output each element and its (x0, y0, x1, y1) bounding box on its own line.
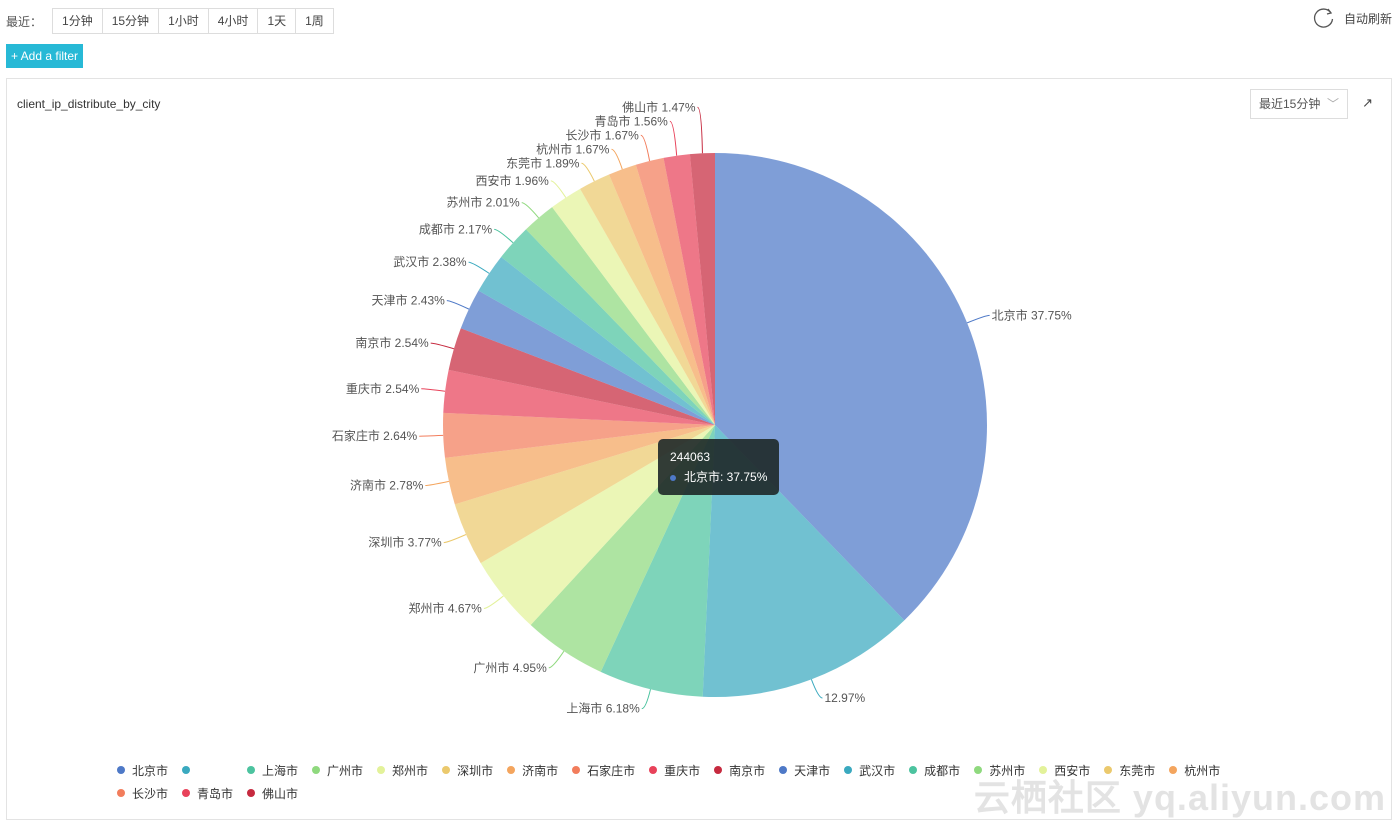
legend-label: 郑州市 (392, 763, 429, 778)
legend-marker (117, 766, 125, 774)
tooltip-value: 244063 (670, 450, 711, 464)
label-line (425, 480, 450, 486)
legend-item[interactable]: 重庆市 (649, 763, 701, 778)
legend-marker (247, 766, 256, 774)
slice-label: 12.97% (824, 691, 865, 705)
slice-label: 石家庄市 2.64% (332, 428, 418, 443)
pie-chart: 北京市 37.75% 12.97% 上海市 6.18% 广州市 4.95% 郑州市 4.… (332, 99, 1072, 716)
watermark: 云栖社区 yq.aliyun.com (973, 777, 1386, 818)
legend-marker (714, 766, 723, 774)
legend-label: 重庆市 (664, 763, 701, 778)
legend-label: 济南市 (522, 763, 559, 778)
legend-item[interactable]: 武汉市 (844, 763, 896, 778)
slice-label: 青岛市 1.56% (594, 113, 668, 128)
slice-label: 上海市 6.18% (566, 701, 640, 716)
slice-label: 成都市 2.17% (419, 221, 493, 236)
label-line (550, 180, 567, 198)
slice-label: 东莞市 1.89% (506, 155, 580, 170)
label-line (611, 148, 623, 170)
legend-label: 深圳市 (457, 763, 494, 778)
label-line (419, 434, 444, 437)
legend-label: 长沙市 (132, 786, 169, 801)
slice-label: 西安市 1.96% (475, 173, 549, 188)
label-line (521, 202, 540, 219)
slice-label: 杭州市 1.67% (536, 141, 610, 156)
legend-item[interactable]: 济南市 (507, 763, 559, 778)
legend-marker (844, 766, 853, 774)
legend-marker (182, 766, 191, 774)
legend-marker (507, 766, 516, 774)
legend-item[interactable]: 天津市 (779, 763, 831, 778)
legend-item[interactable]: 长沙市 (117, 786, 169, 801)
legend-item[interactable]: 广州市 (312, 763, 364, 778)
slice-label: 深圳市 3.77% (368, 535, 442, 550)
slice-label: 天津市 2.43% (371, 293, 445, 308)
label-line (641, 689, 651, 710)
legend-marker (117, 789, 125, 797)
label-line (443, 534, 467, 544)
slice-label: 长沙市 1.67% (565, 127, 639, 142)
label-line (468, 261, 490, 274)
label-line (421, 388, 446, 392)
legend-label: 广州市 (327, 763, 364, 778)
tooltip-dot (670, 474, 676, 481)
legend-label: 青岛市 (197, 786, 234, 801)
label-line (669, 120, 678, 156)
legend-marker (247, 789, 256, 797)
legend-item[interactable]: 青岛市 (182, 786, 234, 801)
slice-label: 济南市 2.78% (350, 477, 424, 492)
slice-label: 南京市 2.54% (355, 335, 429, 350)
legend-label: 上海市 (262, 763, 299, 778)
legend-marker (312, 766, 321, 774)
legend-marker (377, 766, 386, 774)
label-line (810, 679, 823, 699)
legend-marker (182, 789, 191, 797)
legend-item[interactable]: 石家庄市 (572, 763, 636, 778)
legend-label: 北京市 (132, 763, 169, 778)
legend-item[interactable] (182, 763, 233, 777)
legend-item[interactable]: 北京市 (117, 763, 169, 778)
label-line (494, 228, 514, 244)
slice-label: 郑州市 4.67% (408, 601, 482, 616)
label-line (430, 342, 455, 350)
legend-label: 天津市 (794, 763, 831, 778)
legend-label: 武汉市 (859, 763, 896, 778)
label-line (446, 300, 470, 310)
legend-item[interactable]: 南京市 (714, 763, 766, 778)
label-line (697, 106, 703, 154)
legend-marker (779, 766, 788, 774)
legend-label: 石家庄市 (587, 763, 636, 778)
slice-label: 北京市 37.75% (992, 307, 1072, 322)
slice-label: 重庆市 2.54% (346, 381, 420, 396)
tooltip: 244063 北京市: 37.75% (658, 439, 780, 495)
label-line (483, 595, 504, 609)
legend-marker (572, 766, 581, 774)
label-line (581, 162, 595, 182)
legend-label: 佛山市 (262, 786, 299, 801)
legend-label: 南京市 (729, 763, 766, 778)
legend-item[interactable]: 深圳市 (442, 763, 494, 778)
legend-item[interactable]: 上海市 (247, 763, 299, 778)
legend-marker (442, 766, 451, 774)
slice-label: 广州市 4.95% (473, 660, 547, 675)
label-line (640, 134, 651, 162)
slice-label: 佛山市 1.47% (622, 99, 696, 114)
legend-label: 成都市 (924, 763, 961, 778)
slice-label: 武汉市 2.38% (393, 254, 467, 269)
tooltip-label: 北京市: 37.75% (684, 470, 768, 484)
legend-marker (909, 766, 918, 774)
legend-marker (649, 766, 658, 774)
slice-label: 苏州市 2.01% (446, 195, 520, 210)
legend-item[interactable]: 郑州市 (377, 763, 429, 778)
label-line (966, 314, 990, 324)
label-line (548, 650, 565, 669)
legend-item[interactable]: 成都市 (909, 763, 961, 778)
legend-item[interactable]: 佛山市 (247, 786, 299, 801)
